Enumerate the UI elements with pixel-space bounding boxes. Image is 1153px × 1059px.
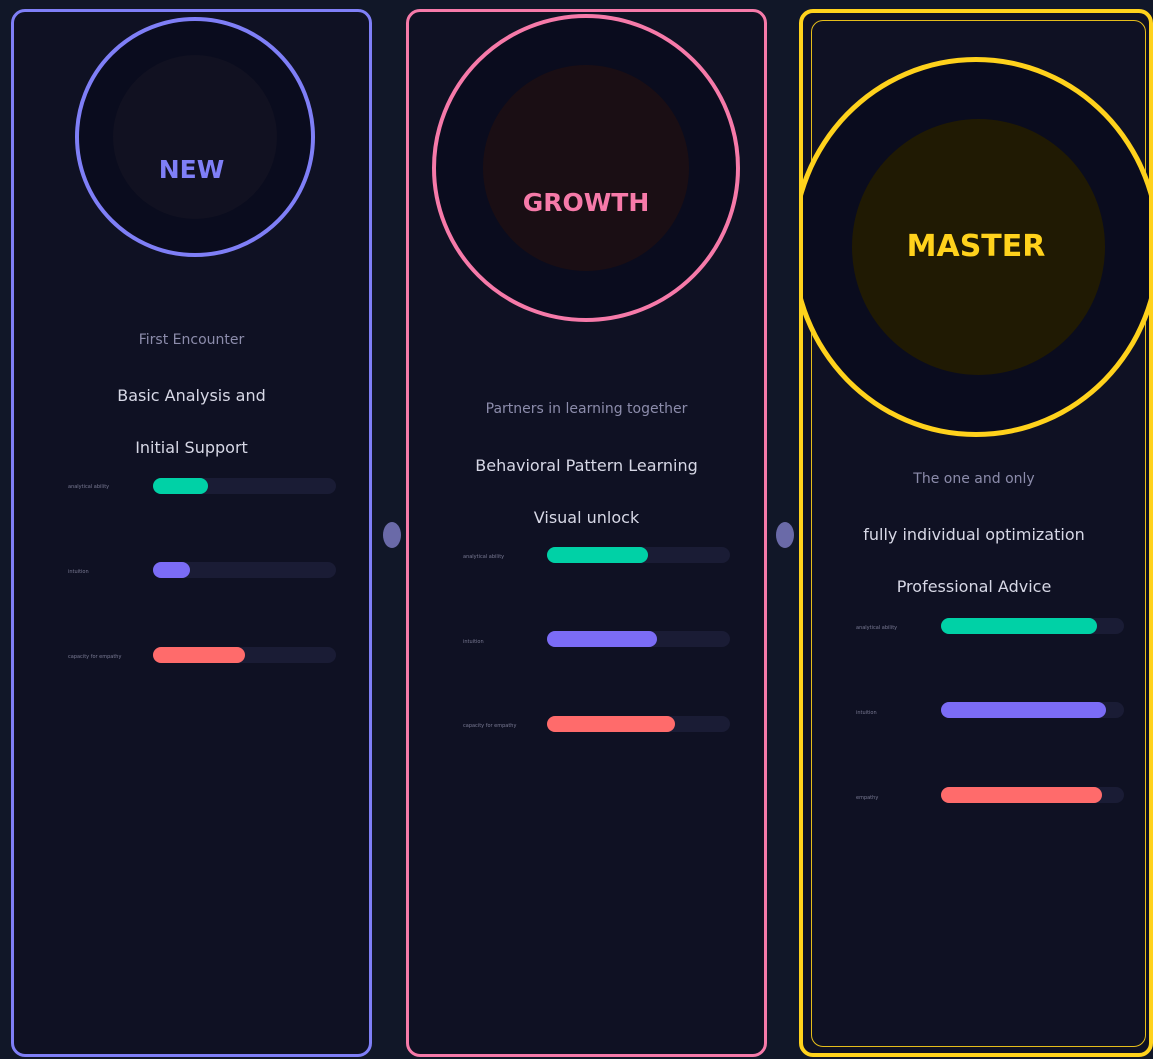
stat-bar-intuition [941,702,1124,718]
tier-feature-1: Basic Analysis and [117,386,266,405]
stat-fill-analytical [547,547,648,563]
tier-card-new[interactable]: NEW First Encounter Basic Analysis and I… [11,9,372,1057]
stat-bar-analytical [941,618,1124,634]
tier-tagline: Partners in learning together [485,401,688,417]
stat-label-empathy: empathy [856,795,879,801]
stat-fill-intuition [547,631,657,647]
tier-feature-2: Visual unlock [533,508,640,527]
stat-fill-analytical [153,478,208,494]
tier-feature-1: Behavioral Pattern Learning [475,456,698,475]
stat-bar-intuition [153,562,336,578]
stat-bar-empathy [547,716,730,732]
tier-badge-ring [432,14,740,322]
stat-label-analytical: analytical ability [463,554,505,560]
stat-bar-intuition [547,631,730,647]
stat-fill-empathy [153,647,245,663]
tier-badge-ring [75,17,315,257]
connector-dot-1 [383,522,401,548]
tier-feature-2: Professional Advice [896,577,1052,596]
tier-tagline: First Encounter [138,332,245,348]
stat-bar-empathy [941,787,1124,803]
tier-card-growth[interactable]: GROWTH Partners in learning together Beh… [406,9,767,1057]
stat-fill-empathy [941,787,1103,803]
tier-feature-1: fully individual optimization [863,525,1085,544]
stat-label-empathy: capacity for empathy [463,723,517,729]
stat-fill-analytical [941,618,1097,634]
stat-bar-empathy [153,647,336,663]
stat-bar-analytical [153,478,336,494]
tier-title: GROWTH [522,188,650,217]
stat-label-intuition: intuition [463,639,484,645]
tier-title: MASTER [906,229,1046,264]
tier-title: NEW [158,155,225,184]
stat-fill-empathy [547,716,676,732]
stat-label-intuition: intuition [68,569,89,575]
tier-card-master[interactable]: MASTER The one and only fully individual… [799,9,1153,1057]
tier-badge-core [483,65,689,271]
stat-fill-intuition [941,702,1106,718]
stat-label-analytical: analytical ability [68,484,110,490]
tier-badge-core [113,55,277,219]
stat-label-analytical: analytical ability [856,625,898,631]
stat-fill-intuition [153,562,190,578]
stat-label-intuition: intuition [856,710,877,716]
stat-bar-analytical [547,547,730,563]
tier-feature-2: Initial Support [135,438,248,457]
tier-tagline: The one and only [913,471,1035,487]
stat-label-empathy: capacity for empathy [68,654,122,660]
connector-dot-2 [776,522,794,548]
